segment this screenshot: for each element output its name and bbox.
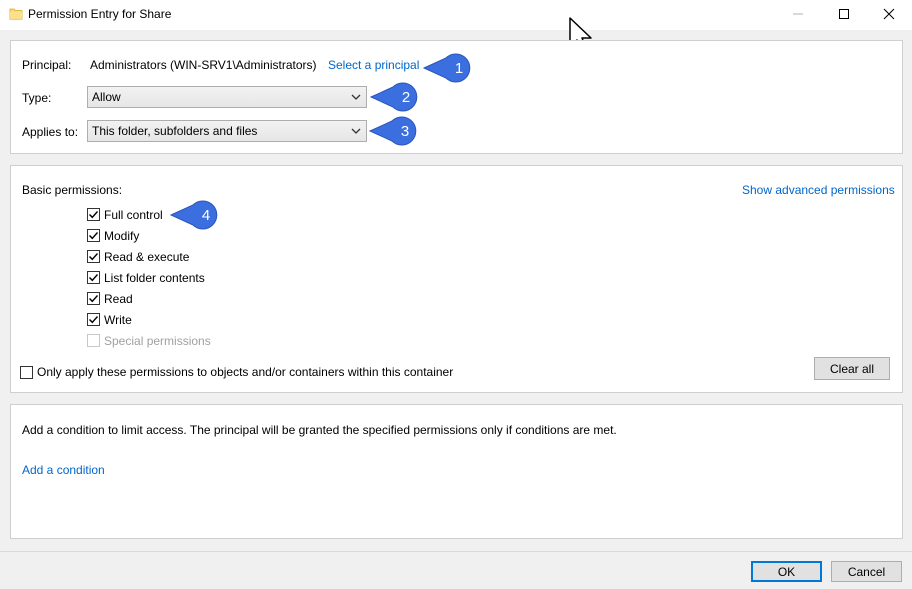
callout-number: 3 bbox=[400, 122, 410, 140]
minimize-button[interactable] bbox=[775, 0, 821, 28]
permission-label: Read bbox=[104, 291, 133, 306]
callout-4: 4 bbox=[169, 200, 225, 230]
checkmark-icon bbox=[88, 293, 99, 304]
chevron-down-icon bbox=[351, 128, 361, 134]
condition-description: Add a condition to limit access. The pri… bbox=[22, 423, 617, 437]
applies-to-dropdown[interactable]: This folder, subfolders and files bbox=[87, 120, 367, 142]
principal-value: Administrators (WIN-SRV1\Administrators) bbox=[90, 58, 317, 72]
permission-checkbox bbox=[87, 334, 100, 347]
ok-button[interactable]: OK bbox=[751, 561, 822, 582]
basic-permissions-label: Basic permissions: bbox=[22, 183, 123, 197]
close-icon bbox=[883, 8, 895, 20]
checkmark-icon bbox=[88, 209, 99, 220]
permission-checkbox[interactable] bbox=[87, 250, 100, 263]
chevron-down-icon bbox=[351, 94, 361, 100]
applies-to-label: Applies to: bbox=[22, 125, 79, 139]
checkmark-icon bbox=[88, 314, 99, 325]
only-apply-label: Only apply these permissions to objects … bbox=[37, 365, 454, 379]
show-advanced-permissions-link[interactable]: Show advanced permissions bbox=[742, 183, 895, 197]
checkmark-icon bbox=[88, 272, 99, 283]
type-selected-value: Allow bbox=[92, 90, 121, 104]
only-apply-checkbox[interactable] bbox=[20, 365, 33, 379]
principal-label: Principal: bbox=[22, 58, 72, 72]
folder-icon bbox=[9, 7, 23, 21]
checkmark-icon bbox=[88, 251, 99, 262]
permission-row: Special permissions bbox=[87, 330, 211, 351]
close-button[interactable] bbox=[866, 0, 912, 28]
permission-label: Modify bbox=[104, 228, 140, 243]
cancel-button[interactable]: Cancel bbox=[831, 561, 902, 582]
permission-row[interactable]: List folder contents bbox=[87, 267, 211, 288]
applies-to-selected-value: This folder, subfolders and files bbox=[92, 124, 258, 138]
permission-row[interactable]: Read bbox=[87, 288, 211, 309]
checkmark-icon bbox=[88, 230, 99, 241]
callout-number: 1 bbox=[454, 59, 464, 77]
permission-checkbox[interactable] bbox=[87, 292, 100, 305]
callout-number: 2 bbox=[401, 88, 411, 106]
window-title: Permission Entry for Share bbox=[28, 7, 172, 21]
maximize-icon bbox=[839, 9, 849, 19]
permission-checkbox[interactable] bbox=[87, 208, 100, 221]
callout-1: 1 bbox=[422, 53, 478, 83]
only-apply-checkbox-row[interactable]: Only apply these permissions to objects … bbox=[20, 363, 453, 381]
permission-label: Full control bbox=[104, 207, 163, 222]
permission-row[interactable]: Write bbox=[87, 309, 211, 330]
maximize-button[interactable] bbox=[821, 0, 867, 28]
permission-label: Read & execute bbox=[104, 249, 190, 264]
permission-row[interactable]: Read & execute bbox=[87, 246, 211, 267]
type-label: Type: bbox=[22, 91, 52, 105]
footer-divider bbox=[0, 551, 912, 552]
select-principal-link[interactable]: Select a principal bbox=[328, 58, 419, 72]
callout-3: 3 bbox=[368, 116, 424, 146]
minimize-icon bbox=[793, 13, 803, 15]
permission-checkbox[interactable] bbox=[87, 229, 100, 242]
callout-number: 4 bbox=[201, 206, 211, 224]
permission-checkbox[interactable] bbox=[87, 313, 100, 326]
permission-label: Write bbox=[104, 312, 132, 327]
permission-label: List folder contents bbox=[104, 270, 205, 285]
add-condition-link[interactable]: Add a condition bbox=[22, 463, 105, 477]
permission-label: Special permissions bbox=[104, 333, 211, 348]
type-dropdown[interactable]: Allow bbox=[87, 86, 367, 108]
permission-checkbox[interactable] bbox=[87, 271, 100, 284]
clear-all-button[interactable]: Clear all bbox=[814, 357, 890, 380]
callout-2: 2 bbox=[369, 82, 425, 112]
